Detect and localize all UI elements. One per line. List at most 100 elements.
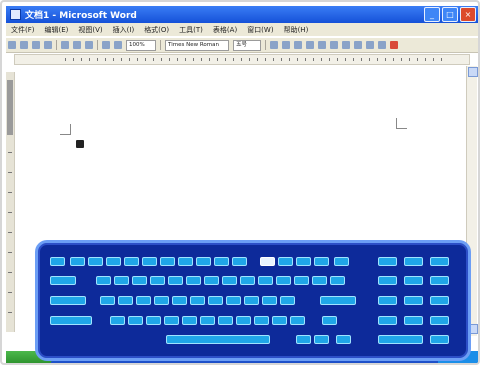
keyboard-key[interactable]: [278, 257, 293, 266]
menu-tools[interactable]: 工具(T): [179, 25, 203, 35]
keyboard-key[interactable]: [254, 316, 269, 325]
keyboard-key[interactable]: [50, 257, 65, 266]
menu-format[interactable]: 格式(O): [144, 25, 169, 35]
keyboard-key[interactable]: [196, 257, 211, 266]
cut-icon[interactable]: [61, 41, 69, 49]
keyboard-key[interactable]: [136, 296, 151, 305]
keyboard-key[interactable]: [226, 296, 241, 305]
keyboard-key[interactable]: [276, 276, 291, 285]
keyboard-key[interactable]: [114, 276, 129, 285]
keyboard-key[interactable]: [214, 257, 229, 266]
bold-icon[interactable]: [270, 41, 278, 49]
keyboard-key[interactable]: [322, 316, 337, 325]
keyboard-key[interactable]: [182, 316, 197, 325]
bullets-icon[interactable]: [354, 41, 362, 49]
keyboard-key-caps-lock[interactable]: [50, 296, 86, 305]
keyboard-key[interactable]: [132, 276, 147, 285]
keyboard-key-highlighted[interactable]: [260, 257, 275, 266]
keyboard-key[interactable]: [178, 257, 193, 266]
close-button[interactable]: ×: [460, 7, 476, 22]
keyboard-key[interactable]: [430, 316, 449, 325]
border-icon[interactable]: [378, 41, 386, 49]
keyboard-key[interactable]: [128, 316, 143, 325]
keyboard-key[interactable]: [240, 276, 255, 285]
keyboard-key[interactable]: [378, 257, 397, 266]
align-center-icon[interactable]: [318, 41, 326, 49]
keyboard-key[interactable]: [280, 296, 295, 305]
keyboard-key[interactable]: [430, 335, 449, 344]
new-document-icon[interactable]: [8, 41, 16, 49]
keyboard-key[interactable]: [404, 257, 423, 266]
underline-icon[interactable]: [294, 41, 302, 49]
keyboard-key[interactable]: [312, 276, 327, 285]
keyboard-key[interactable]: [378, 276, 397, 285]
menu-window[interactable]: 窗口(W): [247, 25, 273, 35]
paste-icon[interactable]: [85, 41, 93, 49]
keyboard-key[interactable]: [334, 257, 349, 266]
menu-edit[interactable]: 编辑(E): [45, 25, 69, 35]
keyboard-key[interactable]: [330, 276, 345, 285]
keyboard-key[interactable]: [232, 257, 247, 266]
numbering-icon[interactable]: [342, 41, 350, 49]
keyboard-key-shift[interactable]: [50, 316, 92, 325]
keyboard-key[interactable]: [168, 276, 183, 285]
align-right-icon[interactable]: [330, 41, 338, 49]
zoom-select[interactable]: 100%: [126, 39, 156, 51]
keyboard-key[interactable]: [258, 276, 273, 285]
indent-icon[interactable]: [366, 41, 374, 49]
keyboard-key[interactable]: [404, 316, 423, 325]
menu-insert[interactable]: 插入(I): [113, 25, 135, 35]
keyboard-key[interactable]: [100, 296, 115, 305]
font-size-select[interactable]: 五号: [233, 39, 261, 51]
keyboard-key[interactable]: [296, 257, 311, 266]
keyboard-key[interactable]: [118, 296, 133, 305]
keyboard-key[interactable]: [70, 257, 85, 266]
keyboard-key[interactable]: [200, 316, 215, 325]
keyboard-key[interactable]: [154, 296, 169, 305]
vertical-ruler[interactable]: [6, 72, 15, 332]
undo-icon[interactable]: [102, 41, 110, 49]
keyboard-key[interactable]: [430, 296, 449, 305]
keyboard-key[interactable]: [110, 316, 125, 325]
keyboard-key[interactable]: [88, 257, 103, 266]
keyboard-key[interactable]: [150, 276, 165, 285]
print-icon[interactable]: [44, 41, 52, 49]
keyboard-key[interactable]: [296, 335, 311, 344]
font-color-icon[interactable]: [390, 41, 398, 49]
keyboard-key[interactable]: [146, 316, 161, 325]
keyboard-key-enter[interactable]: [320, 296, 356, 305]
save-icon[interactable]: [32, 41, 40, 49]
maximize-button[interactable]: □: [442, 7, 458, 22]
minimize-button[interactable]: _: [424, 7, 440, 22]
keyboard-key[interactable]: [314, 257, 329, 266]
align-left-icon[interactable]: [306, 41, 314, 49]
keyboard-key[interactable]: [262, 296, 277, 305]
keyboard-key-tab[interactable]: [50, 276, 76, 285]
keyboard-key[interactable]: [208, 296, 223, 305]
keyboard-key[interactable]: [272, 316, 287, 325]
keyboard-key[interactable]: [222, 276, 237, 285]
copy-icon[interactable]: [73, 41, 81, 49]
keyboard-key[interactable]: [244, 296, 259, 305]
keyboard-key[interactable]: [378, 316, 397, 325]
keyboard-key[interactable]: [96, 276, 111, 285]
keyboard-key[interactable]: [124, 257, 139, 266]
keyboard-key[interactable]: [190, 296, 205, 305]
keyboard-key[interactable]: [218, 316, 233, 325]
menu-help[interactable]: 帮助(H): [284, 25, 309, 35]
menu-view[interactable]: 视图(V): [78, 25, 102, 35]
keyboard-key[interactable]: [142, 257, 157, 266]
redo-icon[interactable]: [114, 41, 122, 49]
menu-file[interactable]: 文件(F): [11, 25, 35, 35]
horizontal-ruler[interactable]: [14, 54, 470, 65]
keyboard-key[interactable]: [204, 276, 219, 285]
font-name-select[interactable]: Times New Roman: [165, 39, 229, 51]
keyboard-key[interactable]: [186, 276, 201, 285]
keyboard-key[interactable]: [404, 296, 423, 305]
keyboard-key[interactable]: [430, 276, 449, 285]
keyboard-key[interactable]: [172, 296, 187, 305]
keyboard-key[interactable]: [404, 276, 423, 285]
keyboard-key[interactable]: [160, 257, 175, 266]
keyboard-key[interactable]: [430, 257, 449, 266]
scroll-up-icon[interactable]: [468, 67, 478, 77]
